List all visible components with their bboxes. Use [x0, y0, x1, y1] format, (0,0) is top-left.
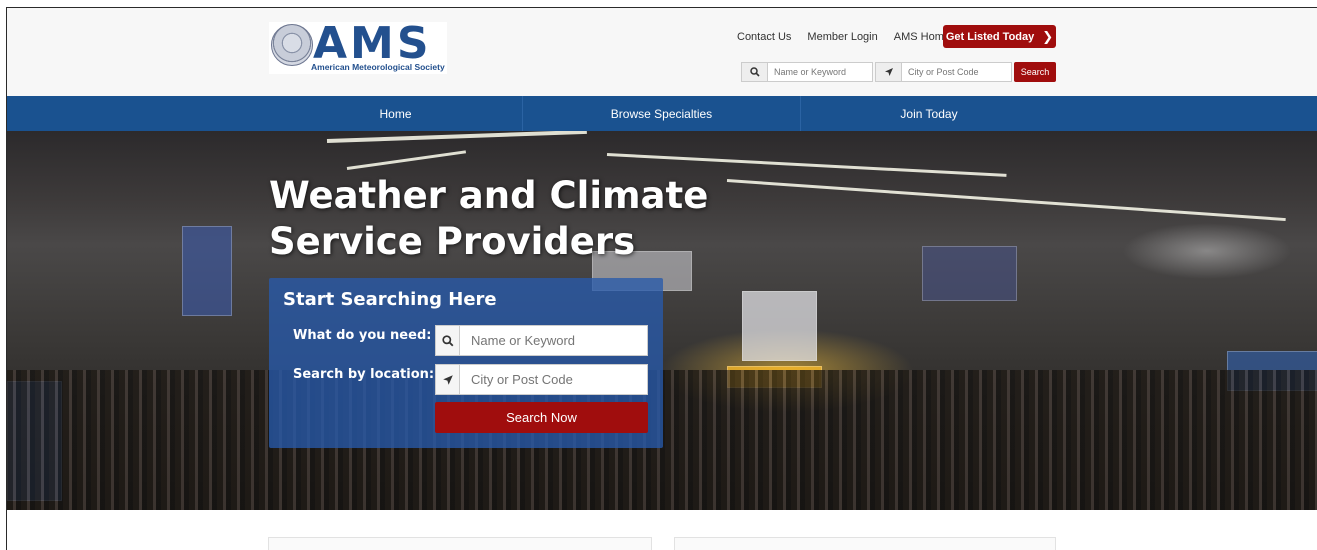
booth-banner [182, 226, 232, 316]
ams-seal-icon [271, 24, 313, 66]
member-login-link[interactable]: Member Login [807, 31, 877, 43]
content-card [268, 537, 652, 550]
logo-subtitle: American Meteorological Society [311, 62, 445, 72]
hero-banner: Weather and Climate Service Providers St… [7, 131, 1317, 510]
chevron-right-icon: ❯ [1042, 28, 1054, 44]
ams-logo[interactable]: AMS American Meteorological Society [269, 18, 447, 74]
contact-us-link[interactable]: Contact Us [737, 31, 791, 43]
keyword-field [435, 325, 648, 356]
location-arrow-icon [436, 365, 460, 394]
header-search-button[interactable]: Search [1014, 62, 1056, 82]
header-keyword-search [741, 62, 873, 82]
nav-item-join-today[interactable]: Join Today [801, 96, 1057, 131]
hero-title-line2: Service Providers [269, 220, 636, 263]
location-input[interactable] [460, 365, 647, 394]
ams-home-link[interactable]: AMS Home [894, 31, 950, 43]
location-field [435, 364, 648, 395]
header-location-search [875, 62, 1012, 82]
header-location-input[interactable] [902, 63, 1011, 81]
top-links: Contact Us Member Login AMS Home [737, 26, 966, 48]
booth-sign [742, 291, 817, 361]
nav-item-home[interactable]: Home [7, 96, 523, 131]
keyword-input[interactable] [460, 326, 647, 355]
search-panel-title: Start Searching Here [283, 289, 497, 310]
location-arrow-icon [876, 63, 902, 81]
hero-title: Weather and Climate Service Providers [269, 173, 729, 265]
main-nav: Home Browse Specialties Join Today [7, 96, 1317, 131]
ceiling-light [346, 150, 467, 170]
site-header: AMS American Meteorological Society Cont… [7, 8, 1317, 96]
ceiling-light [726, 179, 1286, 222]
get-listed-button[interactable]: Get Listed Today ❯ [943, 25, 1056, 48]
search-panel: Start Searching Here What do you need: S… [269, 278, 663, 448]
hero-title-line1: Weather and Climate [269, 174, 709, 217]
need-label: What do you need: [293, 328, 432, 343]
nav-item-browse-specialties[interactable]: Browse Specialties [523, 96, 801, 131]
get-listed-label: Get Listed Today [945, 30, 1035, 43]
content-card [674, 537, 1056, 550]
search-icon [436, 326, 460, 355]
search-icon [742, 63, 768, 81]
ceiling-light [326, 131, 587, 143]
location-label: Search by location: [293, 367, 435, 382]
search-now-button[interactable]: Search Now [435, 402, 648, 433]
booth-sign [922, 246, 1017, 301]
header-keyword-input[interactable] [768, 63, 872, 81]
